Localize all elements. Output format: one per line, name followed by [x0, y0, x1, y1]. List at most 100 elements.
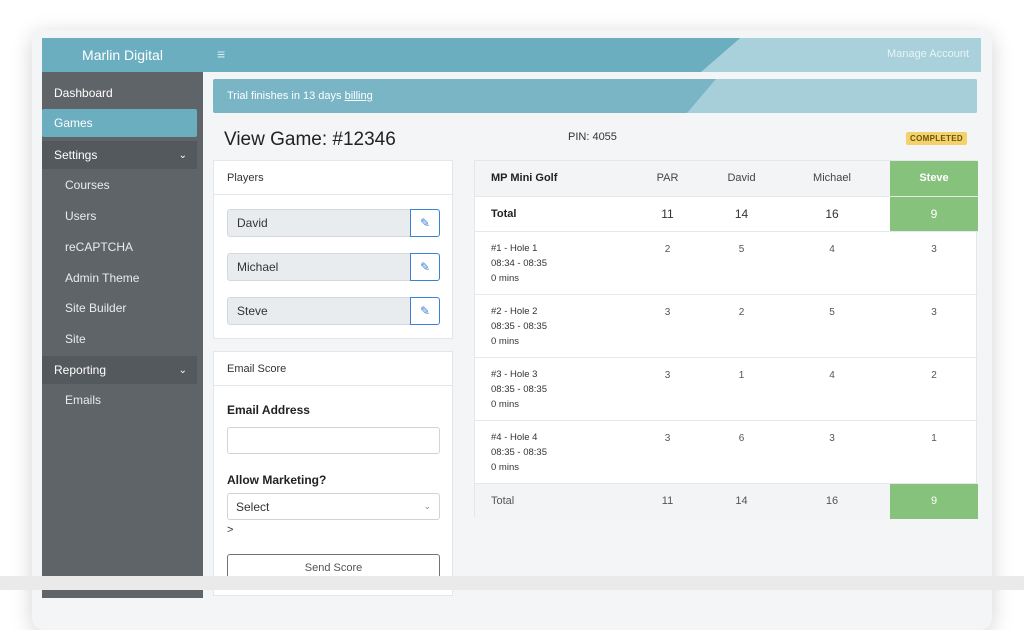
table-footer-row: Total 11 14 16 9	[475, 483, 978, 519]
hole-time: 08:35 - 08:35	[491, 383, 547, 395]
sidebar-item-admin-theme[interactable]: Admin Theme	[42, 264, 203, 292]
sidebar-item-label: Site	[65, 332, 86, 346]
hole-time: 08:35 - 08:35	[491, 446, 547, 458]
total-cell: 14	[709, 196, 774, 232]
total-label: Total	[475, 196, 626, 232]
total-cell-winner: 9	[890, 196, 978, 232]
scorecard-table: MP Mini Golf PAR David Michael Steve Tot…	[474, 160, 978, 519]
score-cell: 3	[626, 420, 709, 484]
trial-message: Trial finishes in 13 days	[227, 90, 342, 102]
sidebar-item-label: Admin Theme	[65, 271, 140, 285]
table-row: #3 - Hole 3 08:35 - 08:35 0 mins 3 1 4 2	[475, 357, 978, 421]
email-label: Email Address	[227, 403, 310, 417]
player-name-field[interactable]: David	[227, 209, 411, 237]
chevron-down-icon: ⌄	[178, 364, 187, 376]
player-row: Michael ✎	[227, 253, 440, 281]
score-cell: 5	[709, 231, 774, 295]
sidebar-item-dashboard[interactable]: Dashboard	[42, 79, 203, 107]
menu-icon[interactable]: ≡	[217, 46, 225, 62]
player-name-field[interactable]: Steve	[227, 297, 411, 325]
stray-text: >	[227, 524, 234, 536]
column-header-winner: Steve	[890, 161, 978, 197]
sidebar-item-site[interactable]: Site	[42, 325, 203, 353]
sidebar-item-users[interactable]: Users	[42, 202, 203, 230]
score-cell: 1	[890, 420, 978, 484]
score-cell: 2	[890, 357, 978, 421]
hole-time: 08:35 - 08:35	[491, 320, 547, 332]
table-row: Total 11 14 16 9	[475, 196, 978, 232]
sidebar-item-label: Users	[65, 209, 97, 223]
hole-info: #3 - Hole 3 08:35 - 08:35 0 mins	[475, 357, 626, 421]
sidebar-item-label: Settings	[54, 148, 98, 162]
table-row: #2 - Hole 2 08:35 - 08:35 0 mins 3 2 5 3	[475, 294, 978, 358]
billing-link[interactable]: billing	[345, 90, 373, 102]
hole-duration: 0 mins	[491, 272, 519, 284]
chevron-down-icon: ⌄	[178, 149, 187, 161]
score-cell: 2	[709, 294, 774, 358]
hole-info: #4 - Hole 4 08:35 - 08:35 0 mins	[475, 420, 626, 484]
edit-player-button[interactable]: ✎	[410, 209, 440, 237]
page-title: View Game: #12346	[224, 129, 396, 150]
game-pin: PIN: 4055	[568, 131, 617, 143]
sidebar-item-site-builder[interactable]: Site Builder	[42, 294, 203, 322]
footer-total-cell: 11	[626, 483, 709, 519]
course-name: MP Mini Golf	[475, 161, 626, 197]
players-card: Players David ✎ Michael ✎ Steve ✎	[213, 160, 453, 339]
table-row: #1 - Hole 1 08:34 - 08:35 0 mins 2 5 4 3	[475, 231, 978, 295]
sidebar-item-recaptcha[interactable]: reCAPTCHA	[42, 233, 203, 261]
sidebar-item-label: Games	[54, 116, 93, 130]
marketing-label: Allow Marketing?	[227, 473, 327, 487]
column-header: Michael	[774, 161, 890, 197]
score-cell: 1	[709, 357, 774, 421]
sidebar-item-courses[interactable]: Courses	[42, 171, 203, 199]
total-cell: 16	[774, 196, 890, 232]
hole-duration: 0 mins	[491, 335, 519, 347]
footer-total-cell: 14	[709, 483, 774, 519]
sidebar-item-reporting[interactable]: Reporting ⌄	[42, 356, 197, 384]
hole-info: #1 - Hole 1 08:34 - 08:35 0 mins	[475, 231, 626, 295]
sidebar-item-label: Emails	[65, 393, 102, 407]
sidebar-item-label: Site Builder	[65, 301, 127, 315]
score-cell: 3	[626, 357, 709, 421]
top-bar: ≡ Manage Account	[203, 38, 981, 72]
score-cell: 4	[774, 357, 890, 421]
page-bottom-edge	[0, 576, 1024, 590]
table-header-row: MP Mini Golf PAR David Michael Steve	[475, 161, 978, 197]
hole-name: #2 - Hole 2	[491, 305, 538, 317]
hole-duration: 0 mins	[491, 398, 519, 410]
hole-name: #4 - Hole 4	[491, 431, 538, 443]
email-score-card: Email Score Email Address Allow Marketin…	[213, 351, 453, 596]
sidebar-item-label: Dashboard	[54, 86, 113, 100]
footer-total-cell-winner: 9	[890, 483, 978, 519]
sidebar-item-games[interactable]: Games	[42, 109, 197, 137]
player-row: David ✎	[227, 209, 440, 237]
players-card-header: Players	[214, 161, 452, 195]
hole-info: #2 - Hole 2 08:35 - 08:35 0 mins	[475, 294, 626, 358]
edit-player-button[interactable]: ✎	[410, 297, 440, 325]
column-header: David	[709, 161, 774, 197]
score-cell: 4	[774, 231, 890, 295]
player-name-field[interactable]: Michael	[227, 253, 411, 281]
sidebar-item-label: reCAPTCHA	[65, 240, 134, 254]
marketing-select[interactable]: Select ⌄	[227, 493, 440, 520]
sidebar-item-emails[interactable]: Emails	[42, 386, 203, 414]
edit-player-button[interactable]: ✎	[410, 253, 440, 281]
score-cell: 3	[774, 420, 890, 484]
marketing-select-value: Select	[236, 499, 270, 514]
footer-total-cell: 16	[774, 483, 890, 519]
email-card-header: Email Score	[214, 352, 452, 386]
sidebar-item-settings[interactable]: Settings ⌄	[42, 141, 197, 169]
total-cell: 11	[626, 196, 709, 232]
brand-logo[interactable]: Marlin Digital	[42, 38, 203, 72]
trial-banner: Trial finishes in 13 days billing	[213, 79, 977, 113]
column-header: PAR	[626, 161, 709, 197]
sidebar-item-label: Reporting	[54, 363, 107, 377]
score-cell: 2	[626, 231, 709, 295]
score-cell: 6	[709, 420, 774, 484]
pencil-icon: ✎	[419, 260, 431, 274]
hole-time: 08:34 - 08:35	[491, 257, 547, 269]
email-input[interactable]	[227, 427, 440, 454]
manage-account-link[interactable]: Manage Account	[887, 48, 969, 60]
player-row: Steve ✎	[227, 297, 440, 325]
score-cell: 3	[626, 294, 709, 358]
